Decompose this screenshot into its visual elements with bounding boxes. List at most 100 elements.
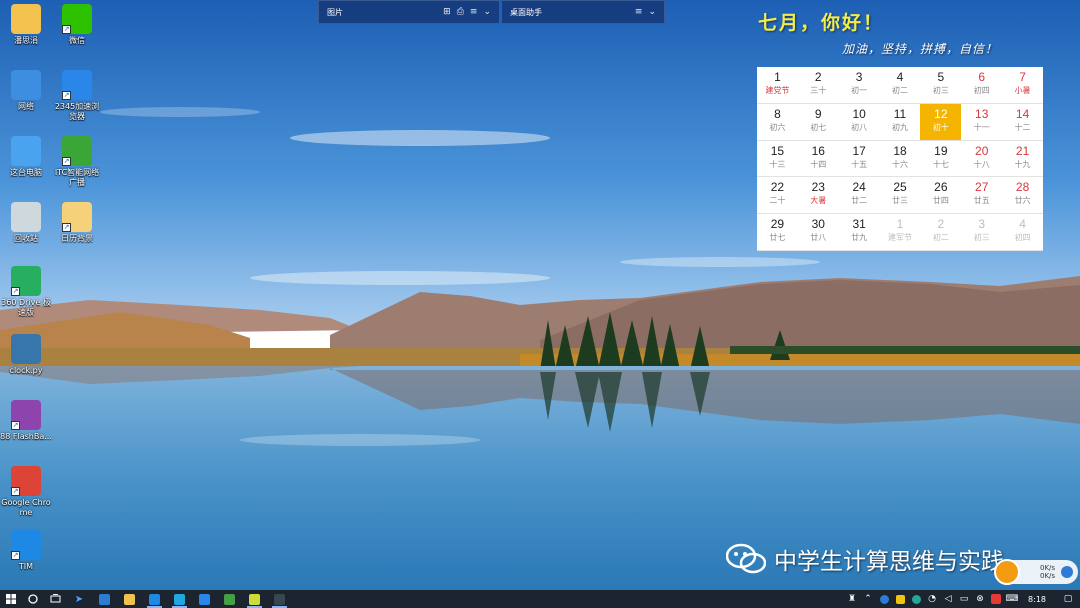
calendar-date: 15 <box>770 143 785 158</box>
desktop-icon-clockpy[interactable]: clock.py <box>0 334 52 376</box>
desktop-icon-chrome[interactable]: ↗ Google Chrome <box>0 466 52 518</box>
calendar-day[interactable]: 4 初二 <box>879 67 921 104</box>
calendar-day-today[interactable]: 12 初十 <box>920 103 962 141</box>
desktop-icon-recycle-bin[interactable]: 回收站 <box>0 202 52 244</box>
lock-icon[interactable]: ⎙ <box>457 7 464 17</box>
calendar-day[interactable]: 30 廿八 <box>797 214 839 251</box>
calendar-day[interactable]: 31 廿九 <box>838 214 880 251</box>
calendar-day[interactable]: 23 大暑 <box>797 177 839 215</box>
calendar-day[interactable]: 17 十五 <box>838 141 880 178</box>
desktop-icon-wechat[interactable]: ↗ 微信 <box>51 4 103 46</box>
cloud-tray-icon[interactable] <box>908 590 924 608</box>
desktop-icon-2345-browser[interactable]: ↗ 2345加速浏览器 <box>51 70 103 122</box>
calendar-day[interactable]: 27 廿五 <box>961 177 1003 215</box>
circle-app-icon <box>149 593 160 605</box>
browser-icon[interactable] <box>1061 566 1074 578</box>
calendar-day[interactable]: 1 建党节 <box>757 67 798 104</box>
taskbar-app-blue[interactable] <box>142 590 167 608</box>
people-pin-icon[interactable]: ➤ <box>66 590 92 608</box>
calendar-day[interactable]: 25 廿三 <box>879 177 921 215</box>
calendar-day[interactable]: 26 廿四 <box>920 177 962 215</box>
volume-icon[interactable]: ◁ <box>940 590 956 608</box>
calendar-date: 21 <box>1015 143 1030 158</box>
calendar-day[interactable]: 14 十二 <box>1002 104 1043 141</box>
chevron-down-icon[interactable]: ⌄ <box>483 7 491 17</box>
calendar-day[interactable]: 11 初九 <box>879 104 921 141</box>
calendar-day[interactable]: 28 廿六 <box>1002 177 1043 215</box>
desktop-icon-user-folder[interactable]: 潘思涓 <box>0 4 52 46</box>
taskbar-clock[interactable]: 8:18 <box>1020 595 1056 604</box>
cortana-icon[interactable] <box>22 590 44 608</box>
calendar-day[interactable]: 1 建军节 <box>879 214 921 251</box>
calendar-day[interactable]: 24 廿二 <box>838 177 880 215</box>
fence-pictures[interactable]: 图片 ⊞ ⎙ ≡ ⌄ <box>318 0 500 24</box>
calendar-day[interactable]: 6 初四 <box>961 67 1003 104</box>
desktop-icon-calendar-bg[interactable]: ↗ 日历背景 <box>51 202 103 244</box>
calendar-day[interactable]: 5 初三 <box>920 67 962 104</box>
desktop-icon-this-pc[interactable]: 这台电脑 <box>0 136 52 178</box>
browser-e-icon: ↗ <box>62 70 92 100</box>
taskbar-ie[interactable] <box>167 590 192 608</box>
calendar-date: 2 <box>937 217 945 232</box>
taskbar-green[interactable] <box>217 590 242 608</box>
calendar-day[interactable]: 9 初七 <box>797 104 839 141</box>
net-speed-widget[interactable]: 0K/s 0K/s <box>994 559 1078 585</box>
task-view-icon[interactable] <box>44 590 66 608</box>
calendar-day[interactable]: 2 初二 <box>920 214 962 251</box>
chevron-up-icon[interactable]: ⌃ <box>860 590 876 608</box>
menu-icon[interactable]: ≡ <box>470 7 478 17</box>
keyboard-icon[interactable]: ▭ <box>956 590 972 608</box>
input-method-icon[interactable]: ⌨ <box>1004 590 1020 608</box>
speed-ball-icon[interactable] <box>994 559 1020 585</box>
taskbar-notepad[interactable] <box>242 590 267 608</box>
windows-start-icon[interactable] <box>0 590 22 608</box>
calendar-day[interactable]: 21 十九 <box>1002 141 1043 178</box>
fence-desktop-assistant[interactable]: 桌面助手 ≡ ⌄ <box>501 0 665 24</box>
calendar-day[interactable]: 3 初三 <box>961 214 1003 251</box>
desktop-icon-tim[interactable]: ↗ TIM <box>0 530 52 572</box>
taskbar-edge[interactable] <box>92 590 117 608</box>
desktop-icon-itc-broadcast[interactable]: ↗ ITC智能网络广播 <box>51 136 103 188</box>
calendar-lunar: 廿八 <box>810 233 827 243</box>
desktop-icon-network[interactable]: 网络 <box>0 70 52 112</box>
person-icon[interactable]: ♜ <box>844 590 860 608</box>
sogou-ime-icon[interactable] <box>988 590 1004 608</box>
calendar-day[interactable]: 15 十三 <box>757 141 798 178</box>
wifi-icon[interactable]: ◔ <box>924 590 940 608</box>
close-circle-icon[interactable]: ⊗ <box>972 590 988 608</box>
calendar-day[interactable]: 29 廿七 <box>757 214 798 251</box>
desktop-icon-sender[interactable]: ↗ 360 Drive 极速版 <box>0 266 52 318</box>
desktop-icon-label: 这台电脑 <box>10 168 42 177</box>
calendar-day[interactable]: 20 十八 <box>961 141 1003 178</box>
menu-icon[interactable]: ≡ <box>635 7 643 17</box>
chevron-down-icon[interactable]: ⌄ <box>648 7 656 17</box>
desktop-icon-label: 回收站 <box>14 234 38 243</box>
desktop-icon-label: 潘思涓 <box>14 36 38 45</box>
calendar-day[interactable]: 8 初六 <box>757 104 798 141</box>
taskbar-cmd[interactable] <box>267 590 292 608</box>
calendar-day[interactable]: 2 三十 <box>797 67 839 104</box>
calendar-day[interactable]: 13 十一 <box>961 104 1003 141</box>
desktop-icon-label: 网络 <box>18 102 34 111</box>
calendar-day[interactable]: 4 初四 <box>1002 214 1043 251</box>
calendar-day[interactable]: 10 初八 <box>838 104 880 141</box>
calendar-day[interactable]: 18 十六 <box>879 141 921 178</box>
calendar-date: 2 <box>814 70 822 84</box>
desktop-icon-label: ITC智能网络广播 <box>54 168 100 187</box>
taskbar-explorer[interactable] <box>117 590 142 608</box>
app-tray-icon[interactable] <box>876 590 892 608</box>
desktop-icon-flash[interactable]: ↗ 88 FlashBa... <box>0 400 52 442</box>
calendar-day[interactable]: 3 初一 <box>838 67 880 104</box>
system-tray: ♜ ⌃ ◔ ◁ ▭ ⊗ ⌨ 8:18 ▢ <box>844 590 1080 608</box>
grid-view-icon[interactable]: ⊞ <box>443 7 451 17</box>
calendar-date: 1 <box>896 217 904 232</box>
calendar-lunar: 十一 <box>973 122 990 132</box>
calendar-day[interactable]: 16 十四 <box>797 141 839 178</box>
calendar-day[interactable]: 22 二十 <box>757 177 798 215</box>
action-center-icon[interactable]: ▢ <box>1056 590 1080 608</box>
calendar-day[interactable]: 19 十七 <box>920 141 962 178</box>
wechat-tray-icon[interactable] <box>892 590 908 608</box>
calendar-day[interactable]: 7 小暑 <box>1002 67 1043 104</box>
calendar-motto: 加油，坚持，拼搏，自信！ <box>842 42 999 56</box>
taskbar-2345[interactable] <box>192 590 217 608</box>
